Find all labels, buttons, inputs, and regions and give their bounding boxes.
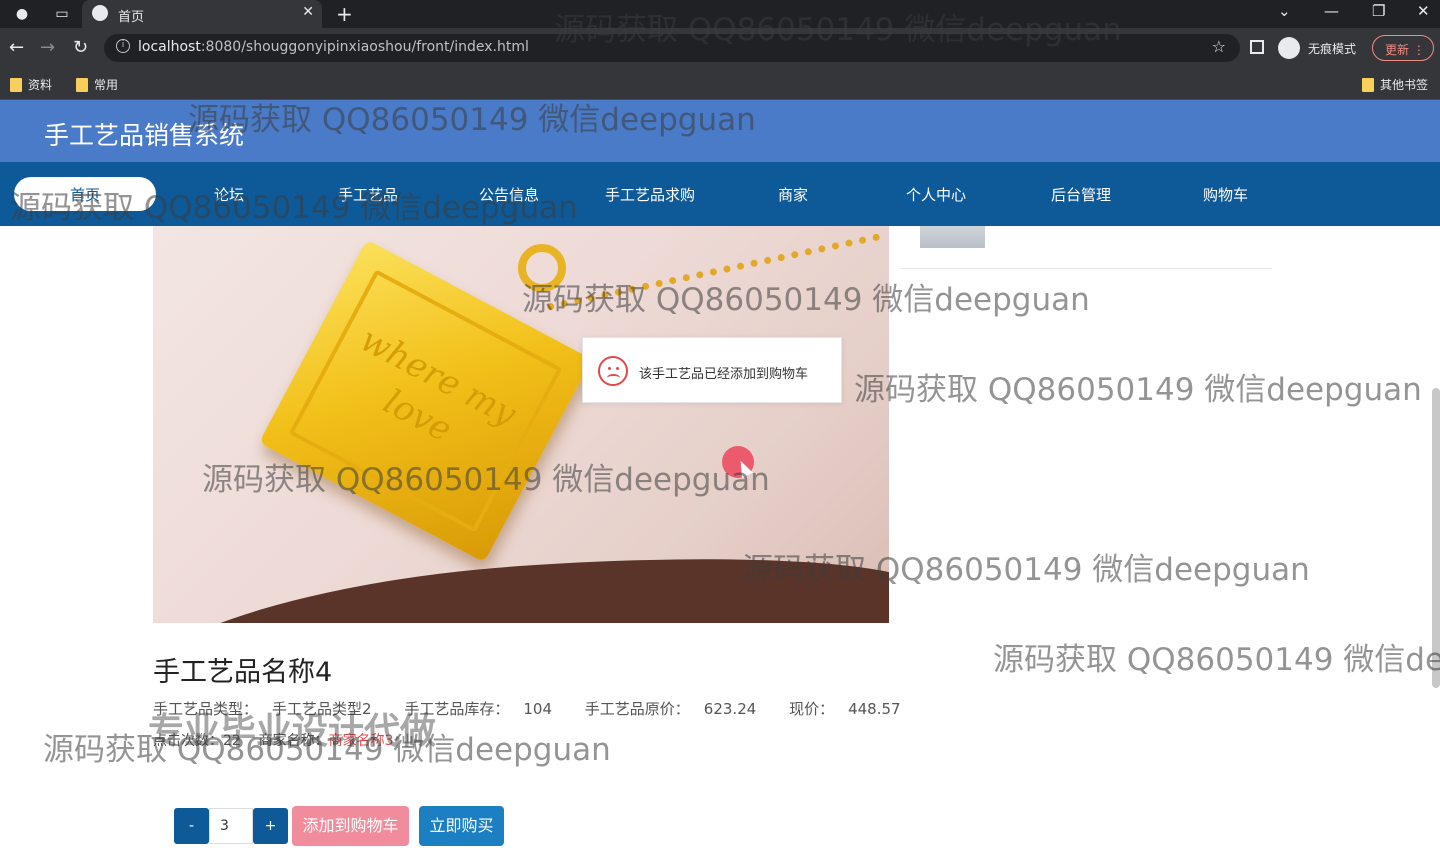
nav-cart[interactable]: 购物车 [1203, 184, 1248, 205]
product-meta: 手工艺品类型： 手工艺品类型2 手工艺品库存： 104 手工艺品原价： 623.24 … [153, 698, 929, 719]
toast-notification: 该手工艺品已经添加到购物车 [582, 337, 842, 403]
url-input[interactable]: i localhost:8080/shouggonyipinxiaoshou/f… [104, 34, 1240, 62]
quantity-input[interactable]: 3 [209, 808, 253, 844]
globe-icon [92, 5, 108, 21]
tab-title: 首页 [118, 10, 145, 25]
watermark: 源码获取 QQ86050149 微信dee [993, 642, 1440, 678]
bookmark-folder-ziliao[interactable]: 资料 [10, 76, 52, 93]
side-panel-icon[interactable] [1250, 40, 1264, 54]
sad-face-icon [598, 356, 628, 386]
incognito-label: 无痕模式 [1308, 42, 1357, 56]
product-price: 现价： 448.57 [789, 700, 901, 718]
nav-crafts[interactable]: 手工艺品 [338, 184, 398, 205]
product-image: where my love [153, 226, 889, 623]
buy-now-button[interactable]: 立即购买 [419, 806, 504, 846]
minimize-icon[interactable]: — [1324, 2, 1339, 20]
browser-tab-bar: ● ▭ 首页 ✕ + ⌄ — ❐ ✕ [0, 0, 1440, 28]
nav-admin[interactable]: 后台管理 [1051, 184, 1111, 205]
info-icon[interactable]: i [116, 39, 130, 53]
folder-icon [1362, 77, 1374, 92]
site-header: 手工艺品销售系统 [0, 100, 1440, 162]
nav-merchants[interactable]: 商家 [778, 184, 808, 205]
close-tab-icon[interactable]: ✕ [302, 4, 314, 20]
nav-craft-requests[interactable]: 手工艺品求购 [605, 184, 695, 205]
bookmark-folder-changyong[interactable]: 常用 [76, 76, 118, 93]
browser-logo-icon[interactable]: ● [12, 4, 32, 24]
tab-search-icon[interactable]: ▭ [52, 4, 72, 24]
product-clicks: 点击次数：22 [153, 733, 241, 749]
folder-icon [76, 77, 88, 92]
main-nav: 首页 论坛 手工艺品 公告信息 手工艺品求购 商家 个人中心 后台管理 购物车 [0, 162, 1440, 226]
nav-announcements[interactable]: 公告信息 [479, 184, 539, 205]
page-scrollbar[interactable] [1432, 388, 1440, 688]
add-to-cart-button[interactable]: 添加到购物车 [292, 806, 409, 846]
new-tab-icon[interactable]: + [336, 2, 353, 26]
watermark: 源码获取 QQ86050149 微信deepguan [854, 372, 1422, 408]
bookmark-folder-other[interactable]: 其他书签 [1362, 76, 1428, 93]
back-icon[interactable]: ← [9, 37, 24, 58]
tab-list-icon[interactable]: ⌄ [1278, 2, 1291, 20]
reload-icon[interactable]: ↻ [73, 37, 88, 58]
necklace-chain [535, 226, 881, 311]
product-type: 手工艺品类型： 手工艺品类型2 [153, 700, 372, 718]
url-text[interactable]: localhost:8080/shouggonyipinxiaoshou/fro… [138, 39, 529, 55]
side-thumbnail[interactable] [920, 226, 985, 248]
background-wave [153, 537, 889, 623]
quantity-increase-button[interactable]: + [253, 808, 288, 844]
forward-icon[interactable]: → [40, 37, 55, 58]
product-original-price: 手工艺品原价： 623.24 [584, 700, 757, 718]
pendant-engraving: where my love [288, 269, 563, 533]
pendant-bail [518, 244, 566, 292]
close-window-icon[interactable]: ✕ [1417, 2, 1430, 20]
update-button[interactable]: 更新 ⋮ [1372, 35, 1434, 61]
folder-icon [10, 77, 22, 92]
product-name: 手工艺品名称4 [153, 657, 333, 688]
bookmark-star-icon[interactable]: ☆ [1212, 37, 1226, 56]
incognito-icon[interactable] [1278, 37, 1300, 59]
product-meta-secondary: 点击次数：22 商家名称：商家名称3 [153, 730, 394, 750]
quantity-decrease-button[interactable]: - [174, 808, 209, 844]
product-stock: 手工艺品库存： 104 [404, 700, 552, 718]
merchant-link[interactable]: 商家名称3 [329, 733, 394, 749]
nav-home[interactable]: 首页 [14, 177, 156, 211]
product-merchant: 商家名称：商家名称3 [258, 733, 394, 749]
site-title: 手工艺品销售系统 [44, 121, 245, 150]
restore-icon[interactable]: ❐ [1372, 2, 1385, 20]
address-bar: ← → ↻ i localhost:8080/shouggonyipinxiao… [0, 28, 1440, 68]
bookmarks-bar: 资料 常用 其他书签 [0, 68, 1440, 100]
tab-home[interactable]: 首页 ✕ [82, 0, 322, 28]
toast-message: 该手工艺品已经添加到购物车 [639, 367, 809, 382]
nav-forum[interactable]: 论坛 [214, 184, 244, 205]
divider [900, 268, 1272, 269]
nav-profile[interactable]: 个人中心 [906, 184, 966, 205]
